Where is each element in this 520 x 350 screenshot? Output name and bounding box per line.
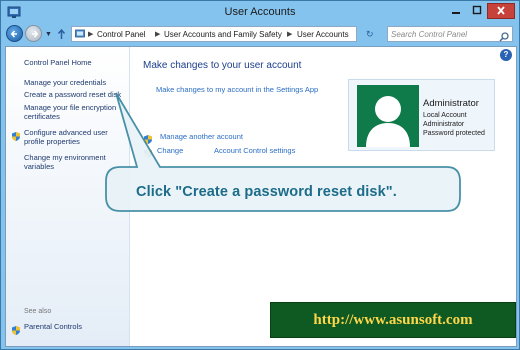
see-also-heading: See also [24, 308, 52, 315]
task-sidebar: Control Panel Home Manage your credentia… [6, 47, 130, 346]
uac-shield-icon [144, 131, 152, 144]
watermark-banner: http://www.asunsoft.com [270, 302, 516, 338]
sidebar-item-label: Manage your file encryption [24, 103, 117, 112]
account-type: Local Account [423, 112, 467, 119]
sidebar-item-advanced-profile-properties[interactable]: Configure advanced user profile properti… [24, 128, 108, 146]
page-title: Make changes to your user account [143, 60, 302, 71]
navigation-bar: ▼ ▶ Control Panel ▶ User Accounts and Fa… [1, 25, 519, 45]
sidebar-item-label: certificates [24, 112, 60, 121]
minimize-button[interactable] [445, 3, 467, 19]
breadcrumb-user-accounts[interactable]: User Accounts [297, 30, 349, 39]
sidebar-item-label: Configure advanced user [24, 128, 108, 137]
recent-pages-dropdown-icon[interactable]: ▼ [45, 31, 52, 38]
manage-another-account-link[interactable]: Manage another account [160, 132, 243, 141]
uac-link-text-start: Change [157, 146, 184, 155]
settings-app-link[interactable]: Make changes to my account in the Settin… [156, 85, 318, 94]
sidebar-item-manage-credentials[interactable]: Manage your credentials [24, 78, 106, 87]
maximize-button[interactable] [467, 3, 487, 19]
sidebar-control-panel-home[interactable]: Control Panel Home [24, 58, 92, 67]
user-accounts-window: User Accounts ▼ ▶ Control Panel ▶ User A… [0, 0, 520, 350]
help-icon[interactable]: ? [500, 49, 512, 61]
uac-shield-icon [12, 128, 20, 141]
refresh-icon[interactable]: ↻ [366, 29, 374, 40]
search-icon[interactable] [499, 29, 509, 47]
breadcrumb-user-accounts-family-safety[interactable]: User Accounts and Family Safety [164, 30, 282, 39]
user-avatar [357, 85, 419, 147]
account-name: Administrator [423, 98, 479, 109]
sidebar-item-create-password-reset-disk[interactable]: Create a password reset disk [24, 90, 121, 99]
account-card: Administrator Local Account Administrato… [348, 79, 495, 151]
address-bar[interactable]: ▶ Control Panel ▶ User Accounts and Fami… [71, 26, 422, 42]
sidebar-item-label: Change my environment [24, 153, 106, 162]
forward-button[interactable] [25, 25, 42, 42]
breadcrumb-separator: ▶ [287, 31, 293, 38]
title-bar[interactable]: User Accounts [1, 1, 519, 25]
uac-shield-icon [144, 145, 152, 158]
close-button[interactable] [487, 3, 515, 19]
uac-link-text-end: Account Control settings [214, 146, 296, 155]
window-title: User Accounts [224, 6, 296, 18]
sidebar-item-parental-controls[interactable]: Parental Controls [24, 322, 82, 331]
watermark-url: http://www.asunsoft.com [313, 312, 473, 328]
search-input[interactable] [391, 29, 495, 40]
breadcrumb-control-panel[interactable]: Control Panel [97, 30, 145, 39]
uac-shield-icon [12, 322, 20, 335]
sidebar-item-label: variables [24, 162, 55, 171]
uac-settings-link[interactable]: Change Account Control settings [157, 146, 295, 155]
breadcrumb-separator: ▶ [155, 31, 161, 38]
breadcrumb-separator: ▶ [88, 31, 94, 38]
account-role: Administrator [423, 121, 465, 128]
search-box[interactable] [387, 26, 513, 42]
control-panel-small-icon [75, 29, 85, 41]
up-arrow-icon[interactable] [57, 27, 66, 45]
account-password-status: Password protected [423, 130, 485, 137]
sidebar-item-file-encryption[interactable]: Manage your file encryption certificates [24, 103, 116, 121]
back-button[interactable] [6, 25, 23, 42]
sidebar-item-label: profile properties [24, 137, 80, 146]
sidebar-item-environment-variables[interactable]: Change my environment variables [24, 153, 106, 171]
